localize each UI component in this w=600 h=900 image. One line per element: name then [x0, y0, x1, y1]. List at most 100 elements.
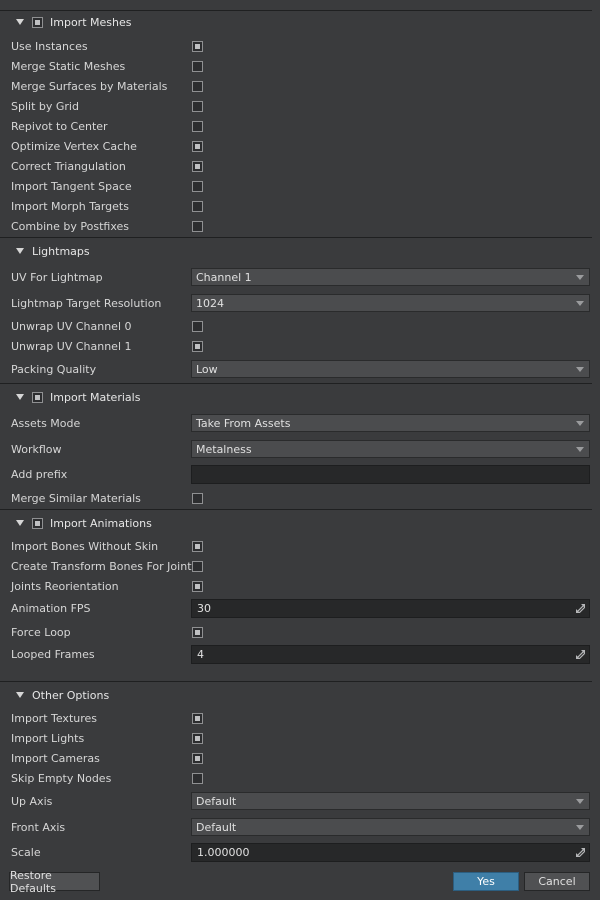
drag-resize-icon[interactable] [576, 650, 585, 659]
force-loop-checkbox[interactable] [192, 626, 203, 638]
mesh-option-checkbox[interactable] [192, 60, 203, 72]
mesh-option-checkbox[interactable] [192, 200, 203, 212]
transform-bones-row: Create Transform Bones For Joints [0, 559, 592, 573]
front-axis-row: Front Axis Default [0, 818, 592, 836]
mesh-option-row: Repivot to Center [0, 119, 592, 133]
mesh-option-row: Split by Grid [0, 99, 592, 113]
lightmap-resolution-dropdown[interactable]: 1024 [191, 294, 590, 312]
force-loop-label: Force Loop [11, 625, 71, 639]
unwrap-uv-1-checkbox[interactable] [192, 340, 203, 352]
workflow-row: Workflow Metalness [0, 440, 592, 458]
packing-quality-dropdown[interactable]: Low [191, 360, 590, 378]
import-lights-checkbox[interactable] [192, 732, 203, 744]
section-header-other-options[interactable]: Other Options [0, 684, 590, 706]
joints-reorientation-label: Joints Reorientation [11, 579, 119, 593]
looped-frames-row: Looped Frames 4 [0, 645, 592, 664]
assets-mode-dropdown[interactable]: Take From Assets [191, 414, 590, 432]
section-title: Import Materials [50, 390, 141, 404]
animation-fps-input[interactable]: 30 [191, 599, 590, 618]
mesh-option-row: Merge Surfaces by Materials [0, 79, 592, 93]
unwrap-uv-0-checkbox[interactable] [192, 320, 203, 332]
input-value: 1.000000 [197, 846, 250, 859]
bones-without-skin-row: Import Bones Without Skin [0, 539, 592, 553]
mesh-option-label: Combine by Postfixes [11, 219, 130, 233]
scale-row: Scale 1.000000 [0, 843, 592, 862]
chevron-down-icon [576, 367, 584, 372]
import-materials-checkbox[interactable] [32, 391, 43, 403]
input-value: 4 [197, 648, 204, 661]
import-lights-label: Import Lights [11, 731, 85, 745]
import-textures-checkbox[interactable] [192, 712, 203, 724]
skip-empty-nodes-label: Skip Empty Nodes [11, 771, 112, 785]
lightmap-resolution-row: Lightmap Target Resolution 1024 [0, 294, 592, 312]
section-header-lightmaps[interactable]: Lightmaps [0, 240, 590, 262]
section-header-import-animations[interactable]: Import Animations [0, 512, 590, 534]
front-axis-dropdown[interactable]: Default [191, 818, 590, 836]
chevron-down-icon [576, 301, 584, 306]
mesh-option-row: Import Tangent Space [0, 179, 592, 193]
collapse-triangle-icon[interactable] [16, 520, 24, 526]
mesh-option-row: Combine by Postfixes [0, 219, 592, 233]
add-prefix-input[interactable] [191, 465, 590, 484]
mesh-option-row: Optimize Vertex Cache [0, 139, 592, 153]
transform-bones-checkbox[interactable] [192, 560, 203, 572]
mesh-option-label: Import Tangent Space [11, 179, 132, 193]
mesh-option-label: Use Instances [11, 39, 88, 53]
packing-quality-row: Packing Quality Low [0, 360, 592, 378]
collapse-triangle-icon[interactable] [16, 19, 24, 25]
mesh-option-checkbox[interactable] [192, 120, 203, 132]
scale-input[interactable]: 1.000000 [191, 843, 590, 862]
import-meshes-checkbox[interactable] [32, 16, 43, 28]
unwrap-uv-0-row: Unwrap UV Channel 0 [0, 319, 592, 333]
cancel-button[interactable]: Cancel [524, 872, 590, 891]
uv-for-lightmap-label: UV For Lightmap [11, 270, 103, 284]
mesh-option-checkbox[interactable] [192, 220, 203, 232]
uv-for-lightmap-dropdown[interactable]: Channel 1 [191, 268, 590, 286]
import-cameras-label: Import Cameras [11, 751, 100, 765]
uv-for-lightmap-row: UV For Lightmap Channel 1 [0, 268, 592, 286]
import-animations-checkbox[interactable] [32, 517, 43, 529]
front-axis-label: Front Axis [11, 820, 66, 834]
section-header-import-meshes[interactable]: Import Meshes [0, 11, 590, 33]
mesh-option-row: Import Morph Targets [0, 199, 592, 213]
collapse-triangle-icon[interactable] [16, 692, 24, 698]
mesh-option-label: Merge Static Meshes [11, 59, 126, 73]
section-title: Other Options [32, 688, 110, 702]
mesh-option-checkbox[interactable] [192, 40, 203, 52]
chevron-down-icon [576, 421, 584, 426]
joints-reorientation-checkbox[interactable] [192, 580, 203, 592]
mesh-option-checkbox[interactable] [192, 180, 203, 192]
up-axis-dropdown[interactable]: Default [191, 792, 590, 810]
collapse-triangle-icon[interactable] [16, 394, 24, 400]
mesh-option-checkbox[interactable] [192, 140, 203, 152]
restore-defaults-button[interactable]: Restore Defaults [9, 869, 100, 895]
import-cameras-checkbox[interactable] [192, 752, 203, 764]
drag-resize-icon[interactable] [576, 848, 585, 857]
add-prefix-row: Add prefix [0, 465, 592, 484]
merge-similar-label: Merge Similar Materials [11, 491, 141, 505]
dropdown-value: Low [196, 362, 218, 376]
skip-empty-nodes-checkbox[interactable] [192, 772, 203, 784]
yes-button[interactable]: Yes [453, 872, 519, 891]
section-title: Import Meshes [50, 15, 132, 29]
mesh-option-checkbox[interactable] [192, 160, 203, 172]
lightmap-resolution-label: Lightmap Target Resolution [11, 296, 162, 310]
bones-without-skin-checkbox[interactable] [192, 540, 203, 552]
section-header-import-materials[interactable]: Import Materials [0, 386, 590, 408]
collapse-triangle-icon[interactable] [16, 248, 24, 254]
skip-empty-nodes-row: Skip Empty Nodes [0, 771, 592, 785]
import-textures-label: Import Textures [11, 711, 98, 725]
dropdown-value: Default [196, 820, 237, 834]
scale-label: Scale [11, 846, 41, 859]
section-divider [0, 383, 592, 384]
merge-similar-checkbox[interactable] [192, 492, 203, 504]
section-divider [0, 681, 592, 682]
unwrap-uv-0-label: Unwrap UV Channel 0 [11, 319, 132, 333]
section-title: Lightmaps [32, 244, 90, 258]
workflow-dropdown[interactable]: Metalness [191, 440, 590, 458]
drag-resize-icon[interactable] [576, 604, 585, 613]
mesh-option-checkbox[interactable] [192, 100, 203, 112]
looped-frames-input[interactable]: 4 [191, 645, 590, 664]
transform-bones-label: Create Transform Bones For Joints [11, 559, 198, 573]
mesh-option-checkbox[interactable] [192, 80, 203, 92]
